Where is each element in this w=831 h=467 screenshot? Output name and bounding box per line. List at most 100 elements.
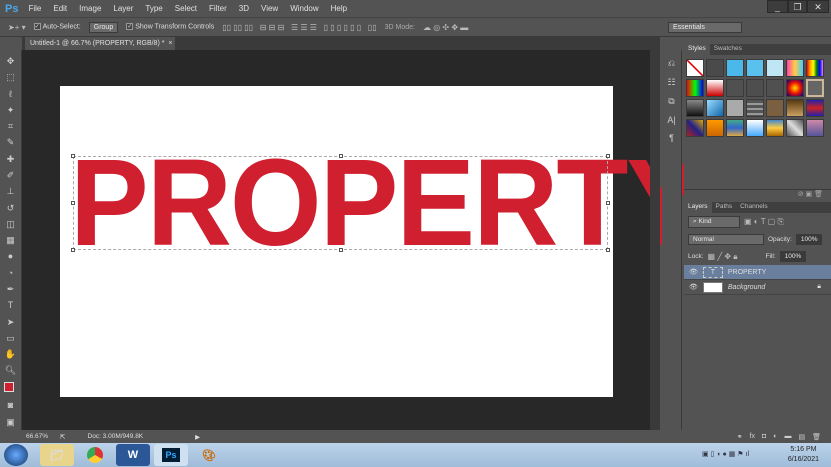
- style-swatch[interactable]: [726, 99, 744, 117]
- tab-channels[interactable]: Channels: [736, 202, 771, 213]
- start-button[interactable]: [4, 444, 28, 466]
- style-swatch[interactable]: [726, 119, 744, 137]
- style-swatch[interactable]: [766, 79, 784, 97]
- new-layer-icon[interactable]: ▤: [798, 433, 805, 441]
- style-swatch[interactable]: [706, 119, 724, 137]
- character-icon[interactable]: A|: [662, 115, 681, 125]
- menu-select[interactable]: Select: [175, 4, 197, 13]
- path-select-icon[interactable]: ➤: [7, 317, 15, 330]
- eyedropper-icon[interactable]: ✎: [7, 137, 15, 150]
- filter-icons[interactable]: ▣ ◐ T ▢ ⎘: [744, 217, 784, 227]
- taskbar-photoshop[interactable]: Ps: [154, 444, 188, 466]
- style-swatch[interactable]: [686, 59, 704, 77]
- export-icon[interactable]: ⇱: [60, 433, 65, 441]
- style-swatch[interactable]: [746, 99, 764, 117]
- menu-file[interactable]: File: [28, 4, 41, 13]
- visibility-eye-icon[interactable]: 👁︎: [689, 268, 698, 276]
- tab-swatches[interactable]: Swatches: [710, 44, 746, 55]
- transform-handle[interactable]: [71, 154, 75, 158]
- trash-icon[interactable]: 🗑︎: [812, 433, 821, 441]
- style-swatch[interactable]: [706, 79, 724, 97]
- workspace-dropdown[interactable]: Essentials: [668, 22, 742, 33]
- style-swatch[interactable]: [806, 59, 824, 77]
- transform-handle[interactable]: [71, 201, 75, 205]
- blur-tool-icon[interactable]: ●: [8, 251, 13, 264]
- blend-mode-dropdown[interactable]: Normal: [688, 234, 764, 245]
- healing-brush-icon[interactable]: ✚: [7, 154, 15, 167]
- marquee-tool-icon[interactable]: ⬚: [6, 72, 15, 85]
- 3d-tools-icons[interactable]: ☁ ◎ ✣ ✥ ▬: [423, 23, 468, 32]
- transform-handle[interactable]: [606, 248, 610, 252]
- style-swatch[interactable]: [766, 119, 784, 137]
- show-transform-checkbox[interactable]: ✓ Show Transform Controls: [126, 23, 214, 31]
- style-swatch[interactable]: [786, 99, 804, 117]
- menu-help[interactable]: Help: [331, 4, 347, 13]
- close-button[interactable]: ✕: [807, 0, 829, 13]
- style-swatch[interactable]: [746, 119, 764, 137]
- 3d-layers-icon[interactable]: ⧉: [662, 96, 681, 107]
- layer-name[interactable]: Background: [728, 284, 765, 291]
- align-icons[interactable]: ▯▯ ▯▯ ▯▯ ⊟ ⊟ ⊟ ☰ ☰ ☰ ▯ ▯ ▯ ▯ ▯ ▯ ▯▯: [222, 23, 376, 32]
- properties-icon[interactable]: ☷: [662, 77, 681, 88]
- style-swatch[interactable]: [766, 59, 784, 77]
- taskbar-paint[interactable]: 🎨︎: [192, 444, 226, 466]
- vertical-scrollbar[interactable]: [650, 50, 660, 430]
- menu-filter[interactable]: Filter: [209, 4, 227, 13]
- shape-tool-icon[interactable]: ▭: [6, 333, 15, 346]
- move-tool-icon[interactable]: ✥: [7, 56, 15, 69]
- style-swatch[interactable]: [766, 99, 784, 117]
- tab-paths[interactable]: Paths: [712, 202, 737, 213]
- style-swatch[interactable]: [686, 99, 704, 117]
- hand-tool-icon[interactable]: ✋: [5, 349, 16, 362]
- type-tool-icon[interactable]: T: [8, 300, 14, 313]
- tab-layers[interactable]: Layers: [684, 202, 712, 213]
- layer-row-background[interactable]: 👁︎ Background 🔒︎: [684, 280, 831, 295]
- eraser-icon[interactable]: ◫: [6, 219, 15, 232]
- menu-layer[interactable]: Layer: [113, 4, 133, 13]
- tray-icons[interactable]: ▣ ▯ ◖ ● ▦ ⚑ ıl: [702, 450, 749, 460]
- auto-select-dropdown[interactable]: Group: [88, 21, 119, 33]
- layer-row-property[interactable]: 👁︎ T PROPERTY: [684, 265, 831, 280]
- taskbar-word[interactable]: W: [116, 444, 150, 466]
- color-swatches[interactable]: [3, 381, 19, 398]
- group-icon[interactable]: ▬: [784, 433, 791, 440]
- style-swatch[interactable]: [726, 59, 744, 77]
- clock-time[interactable]: 5:16 PM: [788, 445, 819, 455]
- quick-mask-icon[interactable]: ◙: [8, 400, 13, 413]
- style-swatch[interactable]: [686, 79, 704, 97]
- transform-handle[interactable]: [339, 248, 343, 252]
- style-swatch[interactable]: [746, 59, 764, 77]
- style-swatch[interactable]: [806, 119, 824, 137]
- style-swatch[interactable]: [706, 59, 724, 77]
- menu-3d[interactable]: 3D: [239, 4, 249, 13]
- tab-styles[interactable]: Styles: [684, 44, 710, 55]
- auto-select-checkbox[interactable]: ✓ Auto-Select:: [33, 23, 81, 31]
- visibility-eye-icon[interactable]: 👁︎: [689, 283, 698, 291]
- transform-handle[interactable]: [606, 201, 610, 205]
- style-swatch[interactable]: [786, 119, 804, 137]
- style-swatch[interactable]: [686, 119, 704, 137]
- style-swatch[interactable]: [806, 99, 824, 117]
- transform-handle[interactable]: [339, 154, 343, 158]
- styles-footer-icons[interactable]: ⊘ ▣ 🗑︎: [684, 189, 831, 198]
- dodge-tool-icon[interactable]: ◔: [8, 268, 13, 281]
- style-swatch[interactable]: [806, 79, 824, 97]
- screen-mode-icon[interactable]: ▣: [6, 417, 15, 430]
- style-swatch[interactable]: [786, 79, 804, 97]
- stamp-tool-icon[interactable]: ⊥: [7, 186, 15, 199]
- clock-date[interactable]: 6/16/2021: [788, 455, 819, 465]
- style-swatch[interactable]: [786, 59, 804, 77]
- fx-icon[interactable]: fx: [750, 433, 755, 440]
- taskbar-explorer[interactable]: 📁︎: [40, 444, 74, 466]
- history-icon[interactable]: ⎌: [662, 58, 681, 69]
- zoom-tool-icon[interactable]: 🔍︎: [5, 365, 16, 378]
- document-canvas[interactable]: PROPERTY: [60, 86, 705, 397]
- layer-name[interactable]: PROPERTY: [728, 269, 766, 276]
- taskbar-chrome[interactable]: [78, 444, 112, 466]
- opacity-input[interactable]: 100%: [795, 234, 823, 245]
- menu-window[interactable]: Window: [290, 4, 318, 13]
- zoom-level[interactable]: 66.67%: [26, 433, 48, 440]
- status-menu-arrow[interactable]: ▶: [195, 433, 200, 441]
- menu-type[interactable]: Type: [145, 4, 162, 13]
- transform-bounding-box[interactable]: [71, 154, 610, 252]
